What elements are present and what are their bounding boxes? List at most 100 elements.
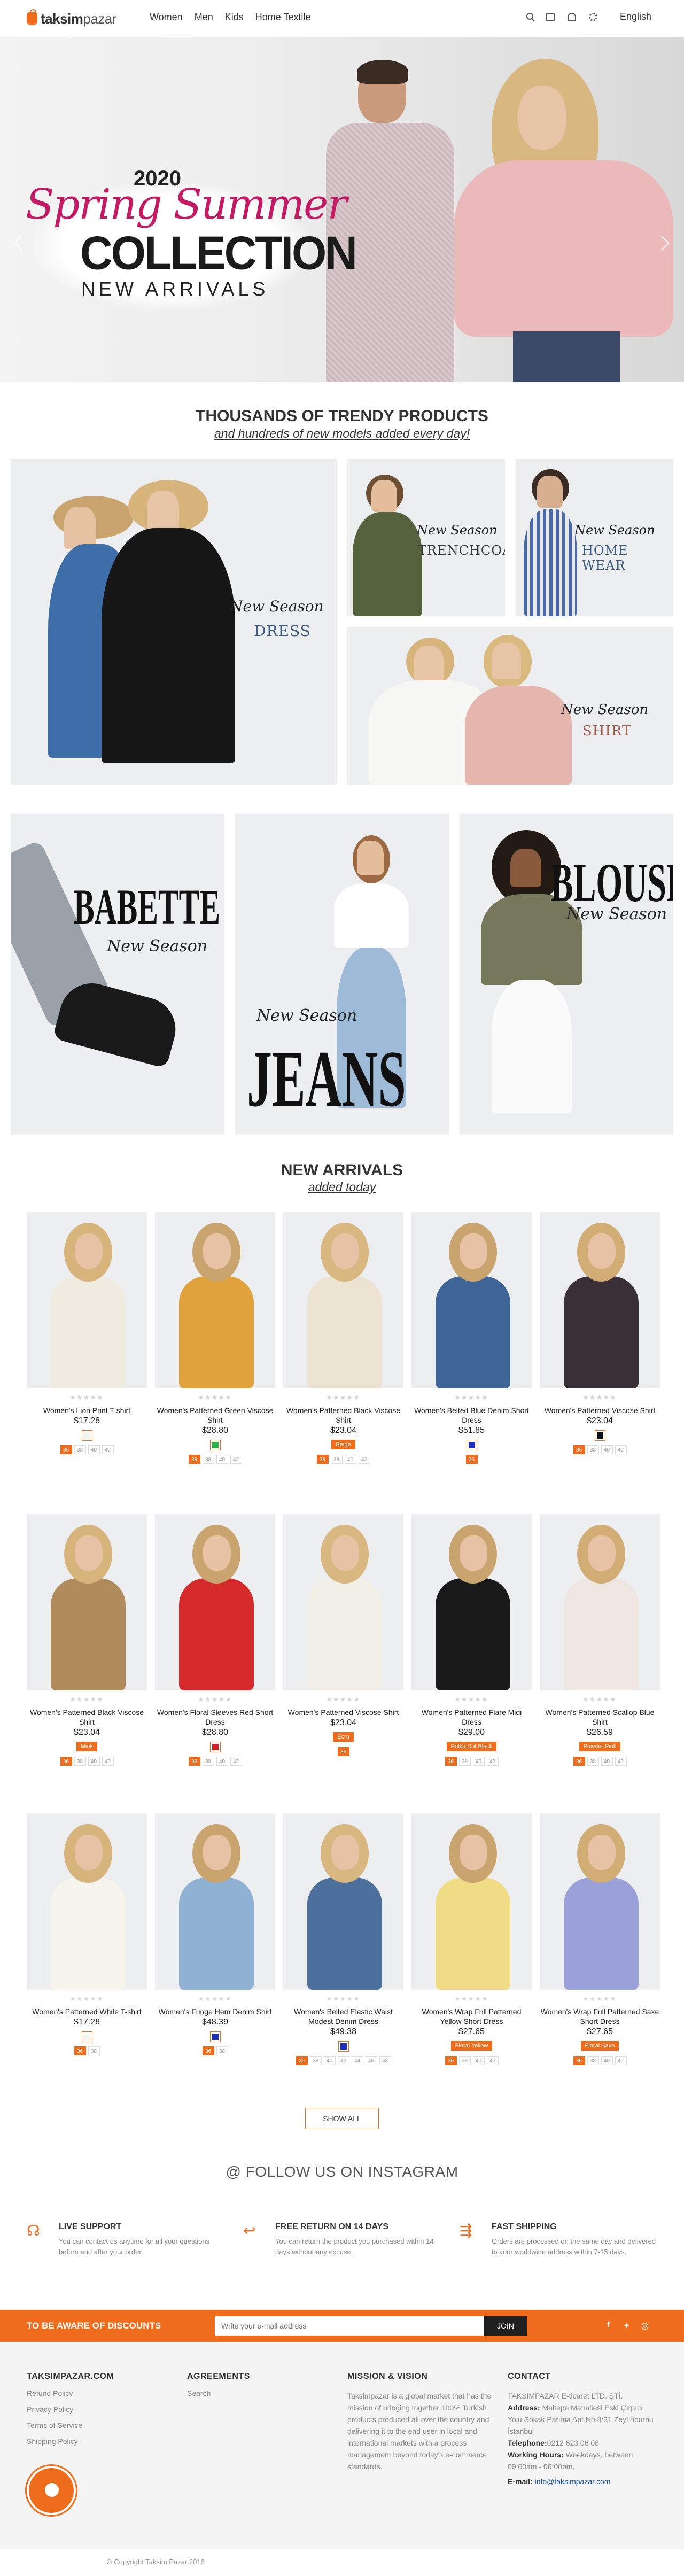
size-option[interactable]: 40	[323, 2056, 336, 2065]
size-option[interactable]: 44	[351, 2056, 363, 2065]
color-swatch[interactable]	[209, 1440, 221, 1450]
size-option[interactable]: 36	[188, 1757, 200, 1766]
product-card[interactable]: ★★★★★ Women's Patterned Viscose Shirt $23.…	[540, 1212, 660, 1454]
size-option[interactable]: 42	[486, 2056, 499, 2065]
color-tag[interactable]: Mink	[76, 1742, 98, 1751]
instagram-heading[interactable]: @ FOLLOW US ON INSTAGRAM	[0, 2163, 684, 2181]
color-tag[interactable]: Floral Yellow	[450, 2041, 493, 2051]
product-image[interactable]	[27, 1212, 147, 1388]
color-swatch[interactable]	[81, 1430, 92, 1441]
size-option[interactable]: 36	[188, 1455, 200, 1464]
product-image[interactable]	[155, 1212, 275, 1388]
product-name[interactable]: Women's Patterned White T-shirt	[27, 2007, 147, 2016]
facebook-icon[interactable]: f	[607, 2321, 610, 2330]
product-name[interactable]: Women's Patterned Green Viscose Shirt	[155, 1406, 275, 1425]
category-homewear-tile[interactable]: New Season HOME WEAR	[516, 459, 673, 616]
size-option[interactable]: 40	[88, 1445, 100, 1454]
product-card[interactable]: ★★★★★ Women's Lion Print T-shirt $17.28 36 3…	[27, 1212, 147, 1454]
product-name[interactable]: Women's Patterned Black Viscose Shirt	[27, 1708, 147, 1727]
size-option[interactable]: 36	[316, 1455, 329, 1464]
size-option[interactable]: 38	[458, 2056, 471, 2065]
size-option[interactable]: 38	[202, 1455, 214, 1464]
color-swatch[interactable]	[209, 1742, 221, 1752]
color-swatch[interactable]	[466, 1440, 477, 1450]
product-card[interactable]: ★★★★★ Women's Patterned Scallop Blue Shir…	[540, 1514, 660, 1766]
size-option[interactable]: 36	[573, 1445, 585, 1454]
nav-home-textile[interactable]: Home Textile	[255, 12, 311, 23]
size-option[interactable]: 36	[445, 2056, 457, 2065]
product-card[interactable]: ★★★★★ Women's Patterned Green Viscose Shi…	[155, 1212, 275, 1464]
product-image[interactable]	[283, 1514, 403, 1690]
product-name[interactable]: Women's Lion Print T-shirt	[27, 1406, 147, 1415]
product-card[interactable]: ★★★★★ Women's Floral Sleeves Red Short Dr…	[155, 1514, 275, 1766]
product-image[interactable]	[283, 1212, 403, 1388]
footer-link-privacy[interactable]: Privacy Policy	[27, 2405, 114, 2414]
category-blouse-tile[interactable]: BLOUSE New Season	[460, 814, 673, 1135]
product-name[interactable]: Women's Patterned Flare Midi Dress	[411, 1708, 532, 1727]
product-image[interactable]	[540, 1813, 660, 1990]
footer-link-search[interactable]: Search	[187, 2389, 250, 2397]
size-option[interactable]: 38	[587, 2056, 599, 2065]
nav-kids[interactable]: Kids	[225, 12, 244, 23]
search-icon[interactable]	[526, 13, 533, 20]
footer-link-shipping[interactable]: Shipping Policy	[27, 2437, 114, 2446]
size-option[interactable]: 40	[472, 1757, 485, 1766]
color-tag[interactable]: Ecru	[333, 1732, 354, 1742]
size-option[interactable]: 40	[216, 1455, 228, 1464]
product-image[interactable]	[411, 1212, 532, 1388]
category-trenchcoat-tile[interactable]: New Season TRENCHCOAT	[347, 459, 505, 616]
color-swatch[interactable]	[338, 2041, 349, 2052]
hero-prev-arrow-icon[interactable]	[13, 235, 29, 251]
product-name[interactable]: Women's Wrap Frill Patterned Saxe Short …	[540, 2007, 660, 2026]
product-image[interactable]	[155, 1813, 275, 1990]
size-option[interactable]: 42	[230, 1757, 242, 1766]
size-option[interactable]: 36	[74, 2046, 86, 2055]
product-image[interactable]	[540, 1514, 660, 1690]
size-option[interactable]: 40	[601, 2056, 613, 2065]
color-tag[interactable]: Powder Pink	[579, 1742, 621, 1751]
language-selector[interactable]: English	[620, 11, 651, 22]
product-image[interactable]	[411, 1813, 532, 1990]
site-logo[interactable]: taksimpazar	[27, 9, 116, 29]
footer-link-terms[interactable]: Terms of Service	[27, 2421, 114, 2430]
size-option[interactable]: 36	[573, 1757, 585, 1766]
product-name[interactable]: Women's Fringe Hem Denim Shirt	[155, 2007, 275, 2016]
footer-email-link[interactable]: info@taksimpazar.com	[535, 2477, 611, 2486]
category-babette-tile[interactable]: BABETTE New Season	[11, 814, 224, 1135]
product-image[interactable]	[27, 1514, 147, 1690]
product-name[interactable]: Women's Patterned Viscose Shirt	[283, 1708, 403, 1717]
size-option[interactable]: 42	[615, 1445, 627, 1454]
size-option[interactable]: 38	[587, 1445, 599, 1454]
size-option[interactable]: 42	[615, 2056, 627, 2065]
color-tag[interactable]: Polka Dot Black	[446, 1742, 497, 1751]
size-option[interactable]: 38	[458, 1757, 471, 1766]
size-option[interactable]: 38	[88, 2046, 100, 2055]
product-card[interactable]: ★★★★★ Women's Patterned Flare Midi Dress $…	[411, 1514, 532, 1766]
size-option[interactable]: 40	[601, 1445, 613, 1454]
product-name[interactable]: Women's Patterned Viscose Shirt	[540, 1406, 660, 1415]
nav-women[interactable]: Women	[150, 12, 183, 23]
category-dress-tile[interactable]: New Season DRESS	[11, 459, 337, 785]
product-image[interactable]	[411, 1514, 532, 1690]
size-option[interactable]: 42	[486, 1757, 499, 1766]
size-option[interactable]: 36	[337, 1747, 349, 1756]
size-option[interactable]: 40	[216, 1757, 228, 1766]
product-image[interactable]	[540, 1212, 660, 1388]
size-option[interactable]: 36	[465, 1455, 478, 1464]
size-option[interactable]: 38	[74, 1445, 86, 1454]
twitter-icon[interactable]: ✦	[623, 2321, 630, 2331]
color-tag[interactable]: Floral Saxe	[580, 2041, 619, 2051]
product-name[interactable]: Women's Wrap Frill Patterned Yellow Shor…	[411, 2007, 532, 2026]
product-card[interactable]: ★★★★★ Women's Patterned Viscose Shirt $23.…	[283, 1514, 403, 1756]
size-option[interactable]: 38	[74, 1757, 86, 1766]
size-option[interactable]: 42	[102, 1445, 114, 1454]
size-option[interactable]: 40	[601, 1757, 613, 1766]
nav-men[interactable]: Men	[195, 12, 213, 23]
size-option[interactable]: 38	[309, 2056, 322, 2065]
product-card[interactable]: ★★★★★ Women's Patterned White T-shirt $17.…	[27, 1813, 147, 2055]
product-name[interactable]: Women's Floral Sleeves Red Short Dress	[155, 1708, 275, 1727]
size-option[interactable]: 38	[330, 1455, 343, 1464]
newsletter-join-button[interactable]: JOIN	[484, 2316, 527, 2336]
color-swatch[interactable]	[209, 2031, 221, 2042]
category-jeans-tile[interactable]: New Season JEANS	[235, 814, 449, 1135]
